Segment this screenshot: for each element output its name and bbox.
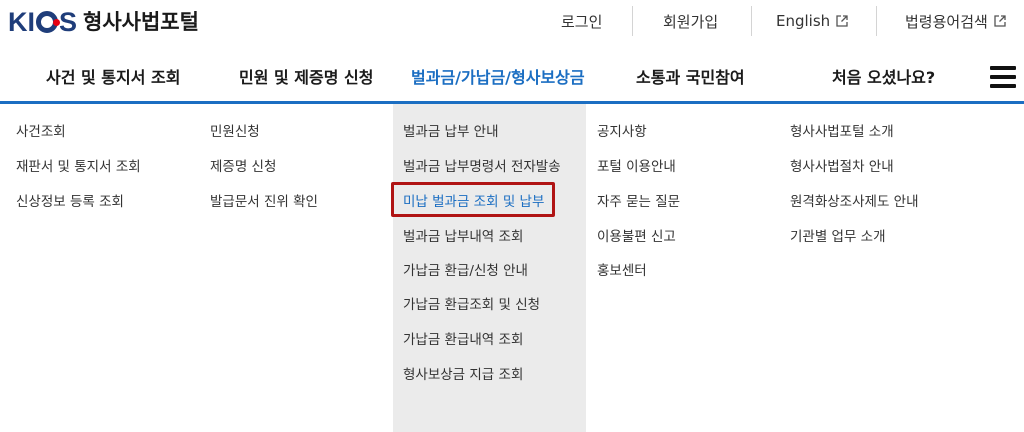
menu-provisional-refund-guide[interactable]: 가납금 환급/신청 안내: [403, 262, 528, 280]
top-bar: KI S 형사사법포털 로그인 회원가입 English 법령용어검색: [0, 0, 1024, 44]
menu-certificate-application[interactable]: 제증명 신청: [210, 158, 276, 176]
menu-civil-application[interactable]: 민원신청: [210, 123, 260, 141]
kics-logo-mark: KI S: [8, 7, 78, 37]
util-divider: [876, 6, 877, 36]
external-link-icon: [836, 15, 848, 27]
legal-terms-label: 법령용어검색: [905, 12, 988, 31]
menu-procedure-guide[interactable]: 형사사법절차 안내: [790, 158, 894, 176]
gnb-communication[interactable]: 소통과 국민참여: [636, 64, 745, 88]
menu-agency-introduction[interactable]: 기관별 업무 소개: [790, 228, 886, 246]
menu-provisional-refund-inquiry[interactable]: 가납금 환급조회 및 신청: [403, 296, 540, 314]
signup-link[interactable]: 회원가입: [663, 8, 718, 34]
gnb-first-visit[interactable]: 처음 오셨나요?: [832, 64, 935, 88]
mega-menu-dropdown: 사건조회 재판서 및 통지서 조회 신상정보 등록 조회 민원신청 제증명 신청…: [0, 104, 1024, 432]
menu-personal-info-inquiry[interactable]: 신상정보 등록 조회: [16, 193, 124, 211]
menu-provisional-refund-history[interactable]: 가납금 환급내역 조회: [403, 331, 523, 349]
english-label: English: [776, 12, 831, 30]
menu-document-verification[interactable]: 발급문서 진위 확인: [210, 193, 318, 211]
site-title: 형사사법포털: [83, 10, 199, 34]
site-logo[interactable]: KI S 형사사법포털: [8, 8, 199, 36]
menu-fine-payment-guide[interactable]: 벌과금 납부 안내: [403, 123, 499, 141]
menu-portal-guide[interactable]: 포털 이용안내: [597, 158, 676, 176]
util-divider: [751, 6, 752, 36]
menu-case-inquiry[interactable]: 사건조회: [16, 123, 66, 141]
util-divider: [632, 6, 633, 36]
english-link[interactable]: English: [776, 8, 848, 34]
external-link-icon: [994, 15, 1006, 27]
global-navigation: 사건 및 통지서 조회 민원 및 제증명 신청 벌과금/가납금/형사보상금 소통…: [0, 46, 1024, 104]
gnb-civil-certificate[interactable]: 민원 및 제증명 신청: [239, 64, 373, 88]
menu-fine-payment-history[interactable]: 벌과금 납부내역 조회: [403, 228, 523, 246]
menu-pr-center[interactable]: 홍보센터: [597, 262, 647, 280]
legal-terms-search-link[interactable]: 법령용어검색: [905, 8, 1006, 34]
hamburger-menu-icon[interactable]: [990, 66, 1016, 88]
gnb-fines-compensation[interactable]: 벌과금/가납금/형사보상금: [411, 64, 585, 88]
highlight-box: [391, 182, 555, 217]
menu-judgment-notice-inquiry[interactable]: 재판서 및 통지서 조회: [16, 158, 141, 176]
gnb-case-notice-inquiry[interactable]: 사건 및 통지서 조회: [46, 64, 180, 88]
login-link[interactable]: 로그인: [561, 8, 602, 34]
menu-portal-introduction[interactable]: 형사사법포털 소개: [790, 123, 894, 141]
menu-faq[interactable]: 자주 묻는 질문: [597, 193, 680, 211]
menu-remote-video-investigation[interactable]: 원격화상조사제도 안내: [790, 193, 919, 211]
menu-fine-order-e-delivery[interactable]: 벌과금 납부명령서 전자발송: [403, 158, 561, 176]
menu-notices[interactable]: 공지사항: [597, 123, 647, 141]
menu-criminal-compensation-inquiry[interactable]: 형사보상금 지급 조회: [403, 366, 523, 384]
signup-label: 회원가입: [663, 12, 719, 31]
menu-inconvenience-report[interactable]: 이용불편 신고: [597, 228, 676, 246]
login-label: 로그인: [561, 12, 603, 31]
